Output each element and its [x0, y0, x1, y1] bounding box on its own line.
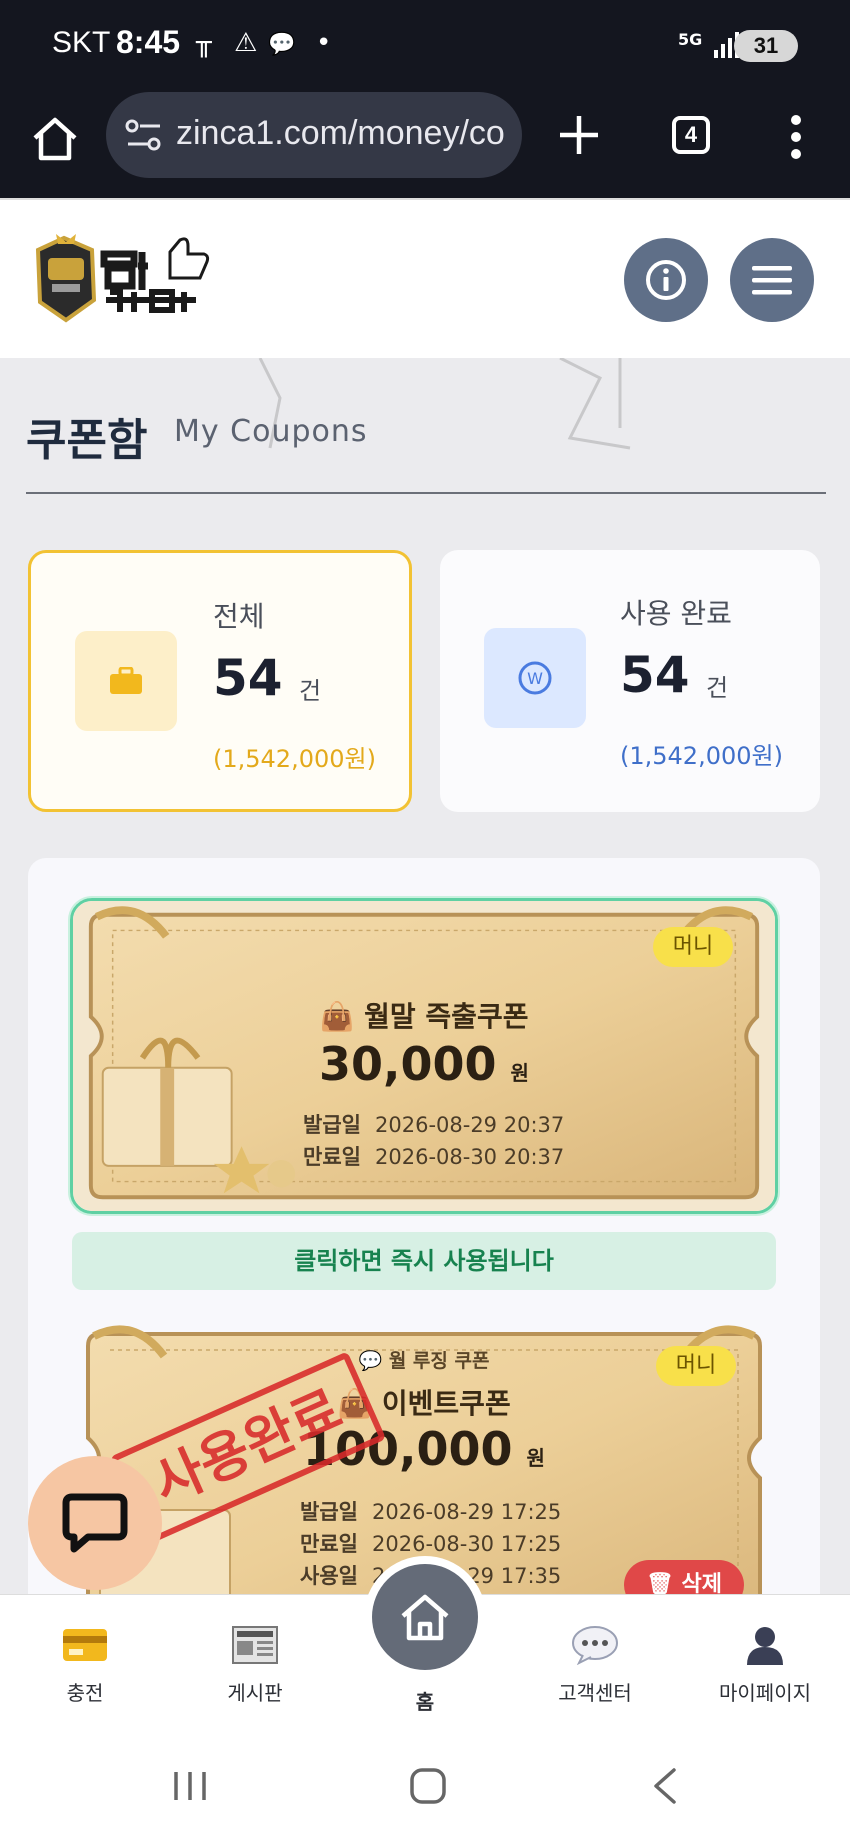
svg-text:W: W — [527, 669, 543, 688]
stat-card-used[interactable]: W 사용 완료 54 건 (1,542,000원) — [440, 550, 820, 812]
briefcase-icon-box — [75, 631, 177, 731]
trash-icon: 🗑 — [645, 1572, 682, 1594]
bag-icon: 👜 — [319, 1000, 365, 1033]
address-bar[interactable]: zinca1.com/money/co — [106, 92, 522, 178]
nav-item-home[interactable] — [364, 1556, 486, 1678]
url-text: zinca1.com/money/co — [176, 114, 505, 152]
nav-label: 충전 — [66, 1681, 104, 1705]
site-logo[interactable] — [34, 230, 218, 326]
info-icon — [646, 260, 686, 300]
coupon-name-row: 👜 월말 즉출쿠폰 — [73, 995, 775, 1035]
coupon-expires-row: 만료일 2026-08-30 20:37 — [303, 1141, 564, 1171]
site-header — [0, 198, 850, 358]
stat-used-amount: (1,542,000원) — [620, 742, 783, 770]
clock: 8:45 — [116, 24, 181, 60]
network-type: 5G — [678, 30, 703, 49]
newspaper-icon — [232, 1626, 278, 1664]
issued-label: 발급일 — [303, 1113, 361, 1137]
battery-indicator: 31 — [734, 30, 798, 62]
nav-label-home: 홈 — [415, 1690, 435, 1714]
stat-used-count: 54 — [620, 646, 690, 704]
nav-item-support[interactable]: 고객센터 — [520, 1625, 670, 1706]
title-divider — [26, 492, 826, 494]
user-icon — [747, 1627, 783, 1665]
nav-item-charge[interactable]: 충전 — [10, 1625, 160, 1706]
expires-label: 만료일 — [300, 1532, 358, 1556]
stat-used-label: 사용 완료 — [620, 597, 732, 630]
expires-label: 만료일 — [303, 1145, 361, 1169]
coupon-currency: 원 — [526, 1446, 545, 1470]
warning-icon: ⚠ — [234, 28, 258, 58]
won-coin-icon: W — [518, 661, 552, 695]
coupon-amount: 30,000 — [319, 1037, 497, 1091]
coupon-expires-row: 만료일 2026-08-30 17:25 — [300, 1528, 561, 1558]
stat-all-count: 54 — [213, 649, 283, 707]
coupon-sub-row: 💬 월 루징 쿠폰 — [70, 1346, 778, 1373]
nav-label: 고객센터 — [558, 1681, 632, 1705]
used-label: 사용일 — [300, 1564, 358, 1588]
stat-all-label: 전체 — [213, 600, 265, 633]
live-chat-button[interactable] — [28, 1456, 162, 1590]
home-button-circle — [372, 1564, 478, 1670]
home-icon — [401, 1594, 449, 1641]
coupon-type-badge: 머니 — [653, 927, 733, 967]
delete-label: 삭제 — [681, 1572, 723, 1594]
carrier-label: SKT — [52, 26, 111, 59]
coupon-currency: 원 — [510, 1061, 529, 1085]
use-instantly-notice[interactable]: 클릭하면 즉시 사용됩니다 — [72, 1232, 776, 1290]
coupon-card[interactable]: 머니 💬 월 루징 쿠폰 👜 이벤트쿠폰 100,000 원 발급일 2026-08… — [70, 1320, 778, 1594]
page-subtitle: My Coupons — [174, 414, 368, 449]
talk-icon: 💬 — [268, 32, 296, 57]
info-button[interactable] — [624, 238, 708, 322]
nav-item-mypage[interactable]: 마이페이지 — [690, 1625, 840, 1706]
status-bar: SKT 8:45 ╥ ⚠ 💬 • 5G 31 — [0, 0, 850, 92]
coupon-amount-row: 30,000 원 — [73, 1037, 775, 1091]
chat-bubble-icon — [572, 1626, 618, 1666]
issued-date: 2026-08-29 20:37 — [375, 1113, 565, 1137]
stat-card-all[interactable]: 전체 54 건 (1,542,000원) — [28, 550, 412, 812]
recent-apps-icon[interactable] — [168, 1764, 212, 1808]
expires-date: 2026-08-30 17:25 — [372, 1532, 562, 1556]
tab-switcher-button[interactable]: 4 — [672, 116, 710, 154]
stat-used-unit: 건 — [706, 674, 729, 702]
menu-button[interactable] — [730, 238, 814, 322]
delete-button[interactable]: 🗑 삭제 — [624, 1560, 744, 1594]
more-options-icon[interactable] — [786, 112, 806, 162]
coupon-name: 이벤트쿠폰 — [381, 1387, 511, 1420]
notification-dot-icon: • — [316, 28, 332, 58]
nav-label: 게시판 — [227, 1681, 283, 1705]
back-icon[interactable] — [644, 1764, 688, 1808]
nav-label: 마이페이지 — [719, 1681, 811, 1705]
credit-card-icon — [63, 1629, 107, 1661]
coupon-sub-label: 월 루징 쿠폰 — [388, 1350, 490, 1372]
coupon-issued-row: 발급일 2026-08-29 20:37 — [303, 1109, 564, 1139]
briefcase-icon — [110, 667, 142, 694]
stat-all-amount: (1,542,000원) — [213, 745, 376, 773]
coupon-name-row: 👜 이벤트쿠폰 — [70, 1382, 778, 1422]
browser-toolbar: zinca1.com/money/co 4 — [0, 92, 850, 198]
coupon-card[interactable]: 머니 👜 월말 즉출쿠폰 30,000 원 발급일 2026-08-29 20:37… — [70, 898, 778, 1214]
coupon-issued-row: 발급일 2026-08-29 17:25 — [300, 1496, 561, 1526]
tmap-icon: ╥ — [196, 28, 212, 58]
page-title: 쿠폰함 — [26, 415, 148, 466]
site-settings-icon[interactable] — [124, 118, 164, 152]
issued-date: 2026-08-29 17:25 — [372, 1500, 562, 1524]
chat-icon — [62, 1493, 128, 1553]
won-icon-box: W — [484, 628, 586, 728]
issued-label: 발급일 — [300, 1500, 358, 1524]
hamburger-icon — [752, 266, 792, 295]
stat-all-unit: 건 — [299, 677, 322, 705]
speech-bubble-icon: 💬 — [358, 1350, 389, 1372]
browser-home-icon[interactable] — [30, 114, 80, 164]
system-home-icon[interactable] — [406, 1764, 450, 1808]
new-tab-icon[interactable] — [556, 112, 602, 158]
coupon-name: 월말 즉출쿠폰 — [364, 1000, 529, 1033]
expires-date: 2026-08-30 20:37 — [375, 1145, 565, 1169]
nav-item-board[interactable]: 게시판 — [180, 1625, 330, 1706]
android-nav-bar — [0, 1728, 850, 1842]
coupon-page: 쿠폰함 My Coupons 전체 54 건 (1,542,000원) W 사용… — [0, 358, 850, 1594]
